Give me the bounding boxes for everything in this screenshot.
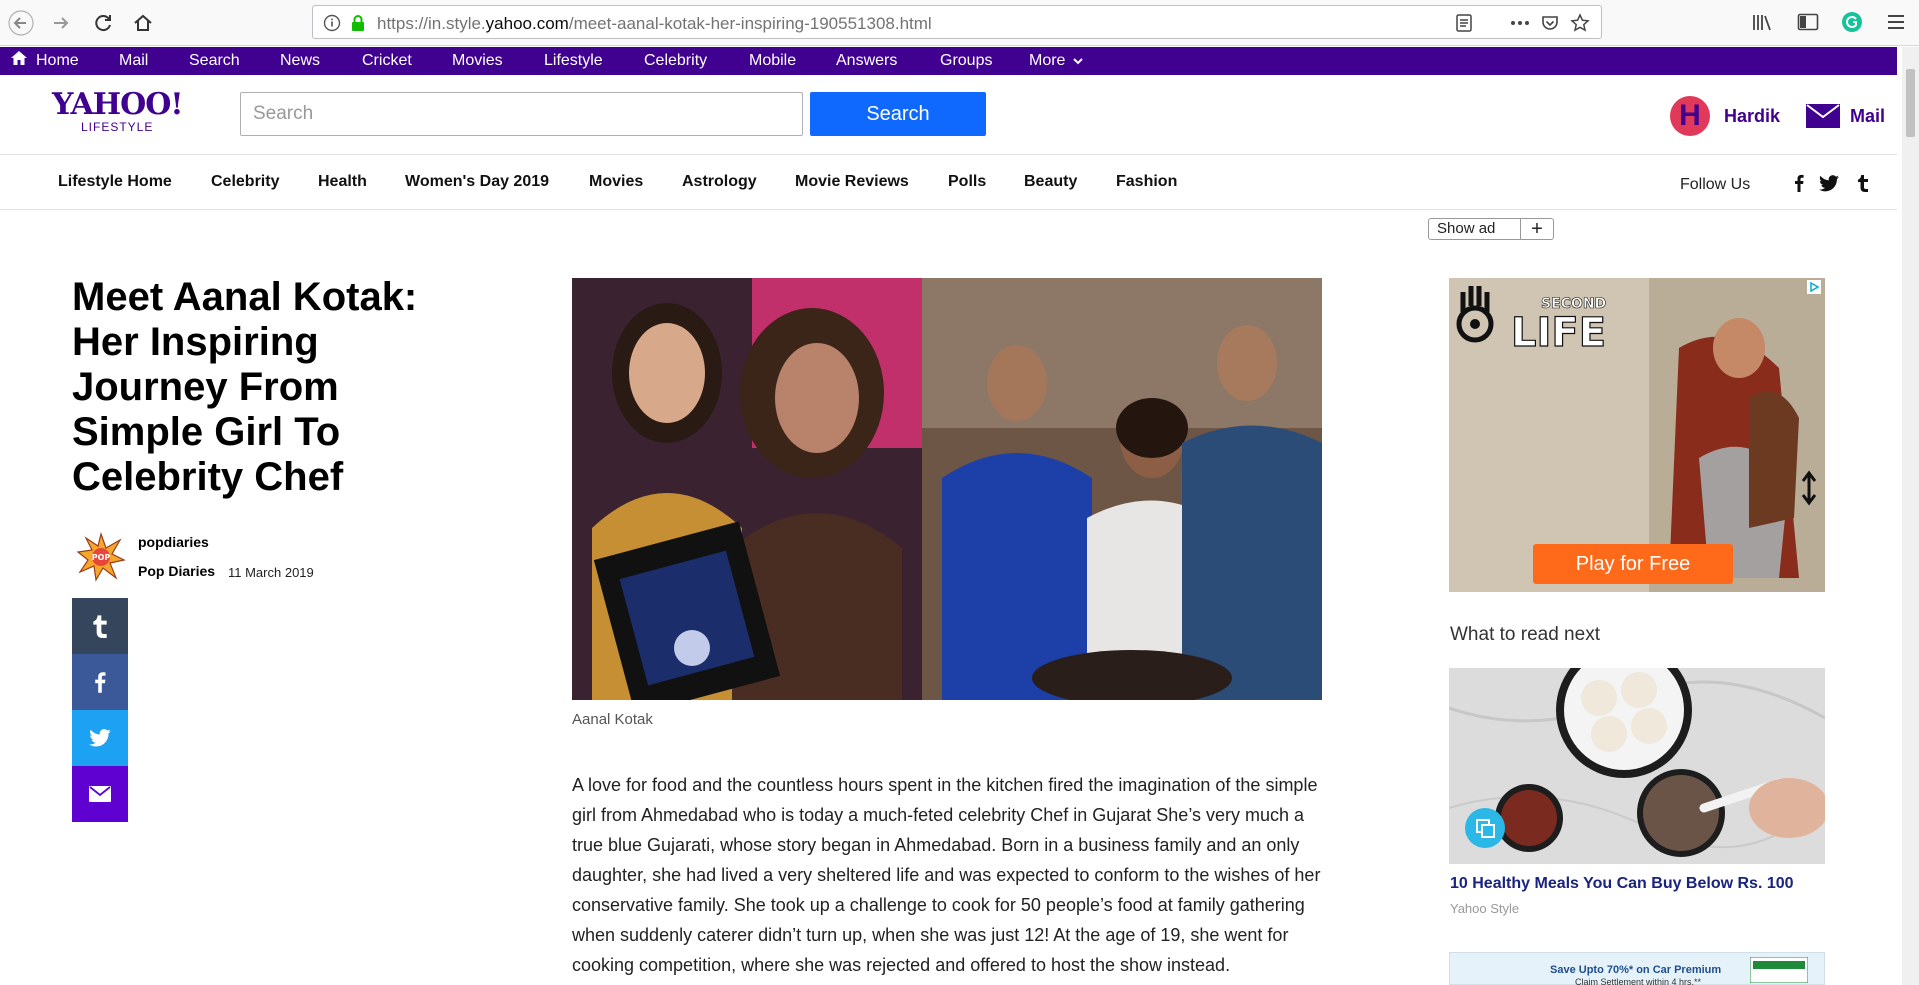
chevron-down-icon <box>1073 58 1083 65</box>
plus-icon: + <box>1531 218 1543 240</box>
tumblr-icon[interactable] <box>1853 172 1873 194</box>
twitter-icon[interactable] <box>1819 172 1839 194</box>
forward-icon[interactable] <box>46 8 76 38</box>
divider <box>0 154 1897 155</box>
home-nav-icon[interactable] <box>10 50 28 71</box>
author-avatar[interactable]: POP <box>76 532 126 582</box>
subnav-womens-day[interactable]: Women's Day 2019 <box>405 173 549 191</box>
subnav-health[interactable]: Health <box>318 173 367 191</box>
topnav-movies[interactable]: Movies <box>452 52 503 70</box>
avatar-initial: H <box>1679 99 1701 132</box>
topnav-groups[interactable]: Groups <box>940 52 992 70</box>
topnav-cricket[interactable]: Cricket <box>362 52 412 70</box>
story-thumbnail[interactable] <box>1449 668 1825 864</box>
info-icon[interactable] <box>321 12 343 34</box>
page-scrollbar[interactable] <box>1902 47 1919 985</box>
divider <box>0 209 1897 210</box>
library-icon[interactable] <box>1748 8 1776 36</box>
url-bar[interactable]: https://in.style.yahoo.com/meet-aanal-ko… <box>312 5 1602 39</box>
facebook-icon <box>95 672 106 693</box>
search-button[interactable]: Search <box>810 92 986 136</box>
subnav-polls[interactable]: Polls <box>948 173 986 191</box>
topnav-more[interactable]: More <box>1029 52 1083 70</box>
topnav-mobile[interactable]: Mobile <box>749 52 796 70</box>
image-caption: Aanal Kotak <box>572 711 653 728</box>
topnav-mail[interactable]: Mail <box>119 52 148 70</box>
show-ad-label: Show ad <box>1429 219 1521 239</box>
insurance-ad-subline: Claim Settlement within 4 hrs.** <box>1575 977 1702 985</box>
logo-yahoo-text: YAHOO! <box>52 87 184 122</box>
pocket-icon[interactable] <box>1539 12 1561 34</box>
mail-link[interactable]: Mail <box>1850 106 1885 127</box>
subnav-fashion[interactable]: Fashion <box>1116 173 1177 191</box>
scrollbar-thumb[interactable] <box>1906 69 1915 137</box>
publish-date: 11 March 2019 <box>228 565 314 580</box>
tumblr-icon <box>93 615 107 638</box>
page-actions-icon[interactable] <box>1509 12 1531 34</box>
insurer-logo <box>1750 957 1808 983</box>
topnav-home[interactable]: Home <box>36 52 79 70</box>
yahoo-top-nav: Home Mail Search News Cricket Movies Lif… <box>0 47 1897 75</box>
show-ad-toggle[interactable]: Show ad + <box>1428 218 1554 240</box>
reader-view-icon[interactable] <box>1453 12 1475 34</box>
grammarly-icon[interactable] <box>1838 8 1866 36</box>
article-body: A love for food and the countless hours … <box>572 775 1321 975</box>
topnav-answers[interactable]: Answers <box>836 52 897 70</box>
subnav-lifestyle-home[interactable]: Lifestyle Home <box>58 173 172 191</box>
insurance-ad-headline: Save Upto 70%* on Car Premium <box>1550 964 1722 976</box>
topnav-more-label: More <box>1029 52 1066 69</box>
mail-icon[interactable] <box>1806 104 1840 128</box>
lock-icon[interactable] <box>347 12 369 34</box>
search-input[interactable] <box>240 92 803 136</box>
home-icon[interactable] <box>128 8 158 38</box>
sidebar-icon[interactable] <box>1794 8 1822 36</box>
reload-icon[interactable] <box>88 8 118 38</box>
topnav-celebrity[interactable]: Celebrity <box>644 52 707 70</box>
back-icon[interactable] <box>6 8 36 38</box>
topnav-lifestyle[interactable]: Lifestyle <box>544 52 603 70</box>
bookmark-star-icon[interactable] <box>1569 12 1591 34</box>
subnav-celebrity[interactable]: Celebrity <box>211 173 279 191</box>
avatar[interactable]: H <box>1670 96 1710 136</box>
topnav-search[interactable]: Search <box>189 52 240 70</box>
logo-lifestyle-text: LIFESTYLE <box>81 120 154 134</box>
ad-cta-button[interactable]: Play for Free <box>1533 544 1733 584</box>
user-name[interactable]: Hardik <box>1724 106 1780 127</box>
mail-icon <box>89 786 111 802</box>
share-tumblr-button[interactable] <box>72 598 128 654</box>
author-handle[interactable]: popdiaries <box>138 534 209 550</box>
svg-text:LIFE: LIFE <box>1511 310 1606 356</box>
what-to-read-next-heading: What to read next <box>1450 624 1600 645</box>
subnav-astrology[interactable]: Astrology <box>682 173 757 191</box>
topnav-news[interactable]: News <box>280 52 320 70</box>
yahoo-lifestyle-logo[interactable]: YAHOO! LIFESTYLE <box>52 87 184 135</box>
follow-us-label: Follow Us <box>1680 176 1751 193</box>
share-facebook-button[interactable] <box>72 654 128 710</box>
subnav-movies[interactable]: Movies <box>589 173 643 191</box>
story-source: Yahoo Style <box>1450 901 1520 916</box>
insurance-ad-banner[interactable]: Save Upto 70%* on Car Premium Claim Sett… <box>1449 952 1825 985</box>
adchoices-icon[interactable] <box>1807 280 1821 294</box>
article-headline: Meet Aanal Kotak: Her Inspiring Journey … <box>72 275 418 499</box>
share-twitter-button[interactable] <box>72 710 128 766</box>
browser-toolbar: https://in.style.yahoo.com/meet-aanal-ko… <box>0 0 1919 46</box>
svg-text:POP: POP <box>92 553 111 562</box>
subnav-beauty[interactable]: Beauty <box>1024 173 1077 191</box>
article-hero-image[interactable] <box>572 278 1322 700</box>
url-text[interactable]: https://in.style.yahoo.com/meet-aanal-ko… <box>377 14 932 34</box>
ad-banner[interactable]: SECOND LIFE Play for Free <box>1449 278 1825 592</box>
subnav-movie-reviews[interactable]: Movie Reviews <box>795 173 909 191</box>
twitter-icon <box>89 729 111 747</box>
story-title-link[interactable]: 10 Healthy Meals You Can Buy Below Rs. 1… <box>1450 875 1794 893</box>
menu-icon[interactable] <box>1882 8 1910 36</box>
facebook-icon[interactable] <box>1789 172 1809 194</box>
share-mail-button[interactable] <box>72 766 128 822</box>
author-name[interactable]: Pop Diaries <box>138 563 215 579</box>
